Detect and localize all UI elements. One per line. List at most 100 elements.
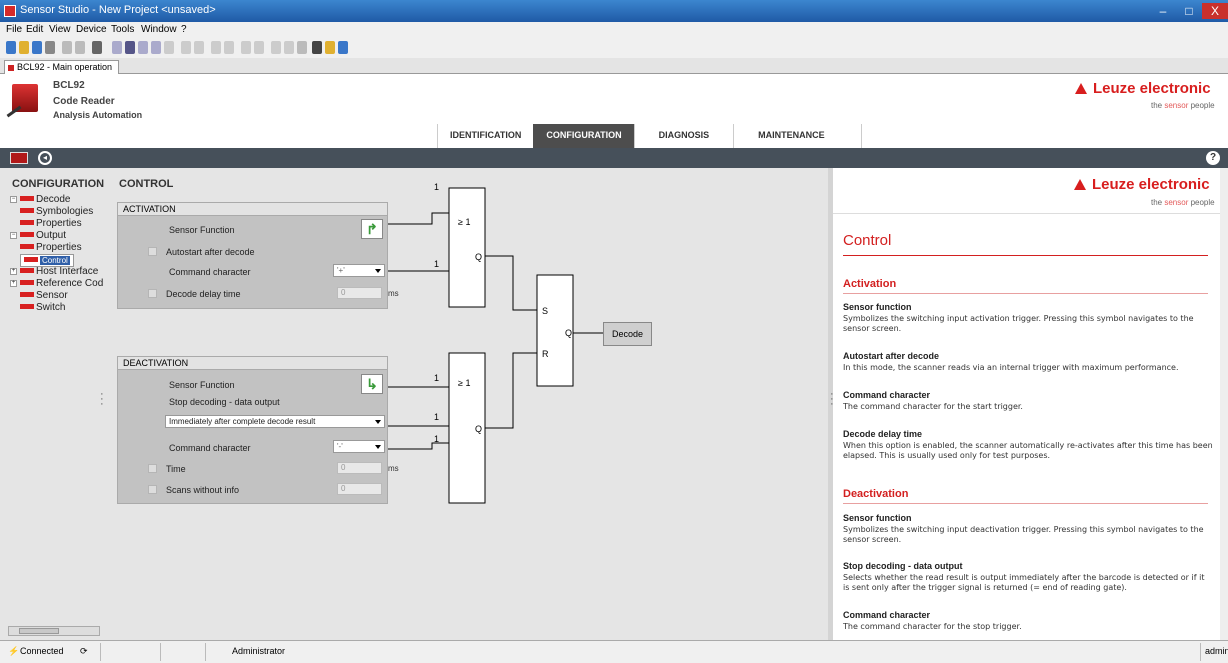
status-divider (1200, 643, 1201, 661)
or-q-label: Q (475, 252, 482, 262)
device-button[interactable] (10, 152, 28, 164)
tool-icon[interactable] (194, 41, 204, 54)
save-icon[interactable] (32, 41, 42, 54)
flipflop-q-label: Q (565, 328, 572, 338)
tree-item-sensor[interactable]: Sensor (20, 290, 68, 301)
info-icon[interactable] (338, 41, 348, 54)
deactivation-command-select[interactable]: '-' (333, 440, 385, 453)
decode-delay-input[interactable]: 0 (337, 287, 382, 299)
activation-command-select[interactable]: '+' (333, 264, 385, 277)
tab-maintenance[interactable]: MAINTENANCE (733, 124, 862, 148)
deactivation-sensor-function-icon[interactable]: ↳ (361, 374, 383, 394)
help-item-heading: Stop decoding - data output (843, 561, 963, 571)
tree-item-decode[interactable]: − Decode (10, 194, 70, 205)
tool-icon[interactable] (181, 41, 191, 54)
help-item-text: The command character for the stop trigg… (843, 622, 1022, 631)
activation-command-label: Command character (169, 267, 251, 277)
collapse-icon[interactable]: − (10, 196, 17, 203)
menu-help[interactable]: ? (181, 24, 187, 35)
tool-icon[interactable] (312, 41, 322, 54)
tree-item-output[interactable]: − Output (10, 230, 66, 241)
tool-icon[interactable] (241, 41, 251, 54)
tool-icon[interactable] (271, 41, 281, 54)
help-item-heading: Decode delay time (843, 429, 923, 439)
chevron-down-icon (375, 445, 381, 449)
undo-icon[interactable] (62, 41, 72, 54)
scans-without-info-input[interactable]: 0 (337, 483, 382, 495)
back-icon[interactable]: ◂ (38, 151, 52, 165)
menu-file[interactable]: File (6, 24, 22, 35)
refresh-icon[interactable] (164, 41, 174, 54)
tree-item-reference-code[interactable]: + Reference Cod (10, 278, 103, 289)
app-window: Sensor Studio - New Project <unsaved> – … (0, 0, 1228, 663)
tab-configuration[interactable]: CONFIGURATION (533, 124, 634, 148)
minimize-button[interactable]: – (1150, 3, 1176, 19)
tool-icon[interactable] (297, 41, 307, 54)
logic-input-1: 1 (434, 182, 439, 192)
stop-decoding-label: Stop decoding - data output (169, 397, 280, 407)
brand-tagline: the sensor people (1151, 101, 1215, 110)
sync-icon[interactable]: ⟳ (80, 646, 88, 657)
expand-icon[interactable]: + (10, 268, 17, 275)
connect-icon[interactable] (92, 41, 102, 54)
maximize-button[interactable]: □ (1176, 3, 1202, 19)
help-icon[interactable]: ? (1206, 151, 1220, 165)
help-vertical-scrollbar[interactable] (1220, 168, 1228, 640)
tree-item-host-interface[interactable]: + Host Interface (10, 266, 98, 277)
decode-delay-label: Decode delay time (166, 289, 241, 299)
time-checkbox[interactable] (148, 464, 157, 473)
new-icon[interactable] (6, 41, 16, 54)
reset-label: R (542, 349, 549, 359)
help-brand-logo: Leuze electronic (1074, 176, 1210, 193)
close-button[interactable]: X (1202, 3, 1228, 19)
redo-icon[interactable] (75, 41, 85, 54)
tree-item-switch[interactable]: Switch (20, 302, 65, 313)
left-splitter-handle[interactable]: · · · (100, 389, 104, 410)
activation-sensor-function-icon[interactable]: ↱ (361, 219, 383, 239)
pause-icon[interactable] (125, 41, 135, 54)
tree-horizontal-scrollbar[interactable] (8, 626, 100, 636)
upload-icon[interactable] (138, 41, 148, 54)
expand-icon[interactable]: + (10, 280, 17, 287)
decode-button[interactable]: Decode (603, 322, 652, 346)
menu-window[interactable]: Window (141, 24, 177, 35)
menu-edit[interactable]: Edit (26, 24, 43, 35)
autostart-checkbox[interactable] (148, 247, 157, 256)
menu-device[interactable]: Device (76, 24, 107, 35)
tree-item-output-properties[interactable]: Properties (20, 242, 82, 253)
scrollbar-thumb[interactable] (19, 628, 59, 634)
open-icon[interactable] (19, 41, 29, 54)
tool-icon[interactable] (254, 41, 264, 54)
time-input[interactable]: 0 (337, 462, 382, 474)
tool-icon[interactable] (284, 41, 294, 54)
help-brand-tagline: the sensor people (1151, 198, 1215, 207)
help-title-rule (843, 255, 1208, 256)
collapse-icon[interactable]: − (10, 232, 17, 239)
logo-triangle-icon (1075, 83, 1087, 94)
scans-without-info-checkbox[interactable] (148, 485, 157, 494)
connection-status: Connected (20, 646, 64, 656)
download-icon[interactable] (151, 41, 161, 54)
device-name: BCL92 (53, 80, 85, 91)
print-icon[interactable] (45, 41, 55, 54)
tab-identification[interactable]: IDENTIFICATION (437, 124, 534, 148)
decode-delay-unit: ms (388, 289, 399, 298)
tool-icon[interactable] (325, 41, 335, 54)
stop-decoding-select[interactable]: Immediately after complete decode result (165, 415, 385, 428)
node-icon (20, 208, 34, 213)
decode-delay-checkbox[interactable] (148, 289, 157, 298)
tool-icon[interactable] (211, 41, 221, 54)
chevron-down-icon (375, 420, 381, 424)
tab-diagnosis[interactable]: DIAGNOSIS (633, 124, 734, 148)
tool-icon[interactable] (224, 41, 234, 54)
menu-tools[interactable]: Tools (111, 24, 134, 35)
document-tab[interactable]: BCL92 - Main operation (4, 60, 120, 74)
or-gate-label: ≥ 1 (458, 217, 470, 227)
menu-view[interactable]: View (49, 24, 71, 35)
tree-item-properties[interactable]: Properties (20, 218, 82, 229)
title-bar: Sensor Studio - New Project <unsaved> – … (0, 0, 1228, 22)
or-q-label: Q (475, 424, 482, 434)
play-icon[interactable] (112, 41, 122, 54)
tree-item-symbologies[interactable]: Symbologies (20, 206, 93, 217)
help-item-text: The command character for the start trig… (843, 402, 1023, 411)
